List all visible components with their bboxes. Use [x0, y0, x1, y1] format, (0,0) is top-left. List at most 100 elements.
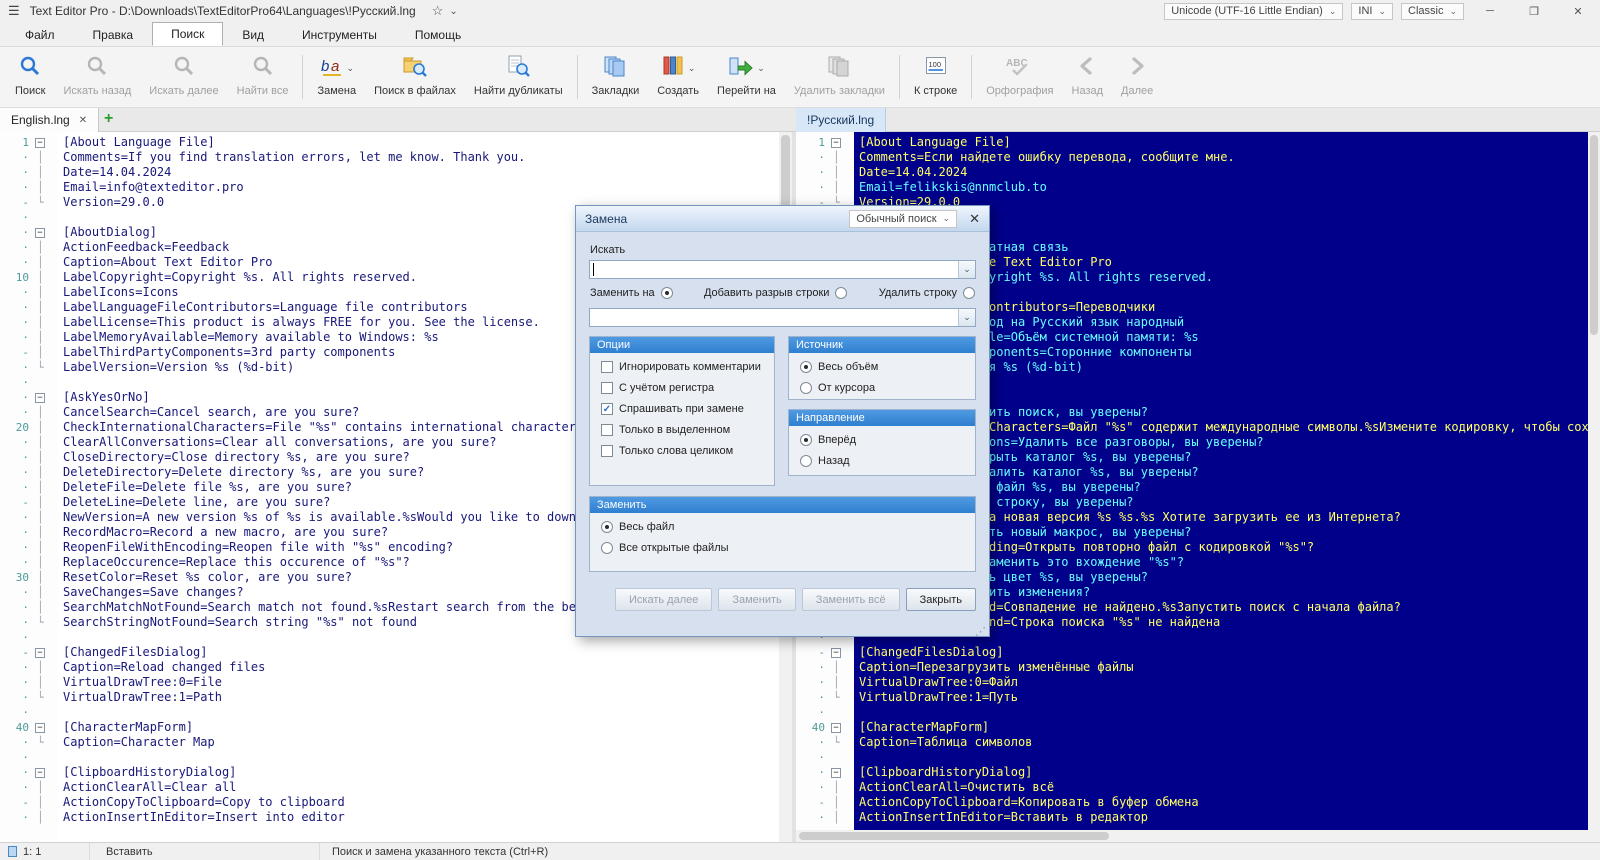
fold-collapse-icon[interactable]: −	[831, 723, 841, 733]
scrollbar-thumb[interactable]	[799, 832, 1109, 840]
checkbox-icon[interactable]	[601, 445, 613, 457]
gutter-line: ·│	[796, 675, 854, 690]
close-tab-icon[interactable]: ✕	[79, 115, 87, 126]
fold-collapse-icon[interactable]: −	[35, 723, 45, 733]
checkbox-0[interactable]: Игнорировать комментарии	[601, 361, 763, 373]
favorite-star-icon[interactable]: ☆	[432, 3, 444, 19]
fold-collapse-icon[interactable]: −	[831, 768, 841, 778]
combo-dropdown-icon[interactable]: ⌄	[958, 309, 975, 326]
dialog-body: Искать ⌄ Заменить на Добавить разрыв стр…	[576, 232, 989, 638]
menu-item-5[interactable]: Помощь	[396, 23, 480, 46]
radio-1[interactable]: Назад	[800, 455, 964, 467]
encoding-select[interactable]: Unicode (UTF-16 Little Endian)⌄	[1164, 3, 1343, 20]
search-mode-select[interactable]: Обычный поиск⌄	[849, 210, 957, 228]
tab-english-lng[interactable]: English.lng ✕	[0, 108, 99, 132]
minimize-button[interactable]: ─	[1472, 5, 1508, 17]
menu-item-3[interactable]: Вид	[223, 23, 283, 46]
dialog-button-3[interactable]: Закрыть	[906, 588, 976, 611]
radio-icon[interactable]	[601, 521, 613, 533]
radio-1[interactable]: Все открытые файлы	[601, 542, 964, 554]
checkbox-4[interactable]: Только слова целиком	[601, 445, 763, 457]
new-tab-button[interactable]: +	[104, 110, 113, 128]
fold-collapse-icon[interactable]: −	[831, 648, 841, 658]
maximize-button[interactable]: ❐	[1516, 5, 1552, 18]
chevron-down-icon[interactable]: ⌄	[688, 63, 696, 74]
toolbar-button-goto-line[interactable]: 100 К строке	[905, 49, 966, 105]
right-scrollbar-horizontal[interactable]	[796, 830, 1588, 842]
checkbox-icon[interactable]	[601, 382, 613, 394]
fold-collapse-icon[interactable]: −	[35, 768, 45, 778]
toolbar-button-search[interactable]: Поиск	[6, 49, 54, 105]
fold-collapse-icon[interactable]: −	[35, 228, 45, 238]
close-button[interactable]: ✕	[1560, 5, 1596, 18]
fold-collapse-icon[interactable]: −	[35, 393, 45, 403]
toolbar-button-find-duplicates[interactable]: Найти дубликаты	[465, 49, 572, 105]
gutter-line: ·│	[796, 660, 854, 675]
dialog-close-icon[interactable]: ✕	[969, 211, 980, 227]
gutter-line: 10│	[0, 270, 58, 285]
radio-0[interactable]: Вперёд	[800, 434, 964, 446]
gutter-line: ·└	[796, 690, 854, 705]
combo-dropdown-icon[interactable]: ⌄	[958, 261, 975, 278]
menu-item-1[interactable]: Правка	[74, 23, 153, 46]
radio-icon[interactable]	[800, 361, 812, 373]
radio-0[interactable]: Весь файл	[601, 521, 964, 533]
chevron-down-icon[interactable]: ⌄	[757, 63, 765, 74]
checkbox-1[interactable]: С учётом регистра	[601, 382, 763, 394]
hamburger-menu-icon[interactable]: ☰	[8, 3, 20, 19]
toolbar-button-bookmarks[interactable]: Закладки	[583, 49, 649, 105]
radio-icon[interactable]	[601, 542, 613, 554]
gutter-line: -│	[0, 795, 58, 810]
radio-icon[interactable]	[800, 382, 812, 394]
fold-tree-line: │	[37, 285, 44, 300]
status-insert-mode: Вставить	[90, 843, 320, 860]
radio-icon[interactable]	[661, 287, 673, 299]
menu-item-4[interactable]: Инструменты	[283, 23, 396, 46]
chevron-down-icon[interactable]: ⌄	[347, 63, 355, 74]
radio-icon[interactable]	[963, 287, 975, 299]
replace-type-radio-0[interactable]: Заменить на	[590, 287, 673, 299]
search-input[interactable]: ⌄	[589, 260, 976, 279]
gutter-line: 1−	[0, 135, 58, 150]
dialog-title-bar[interactable]: Замена Обычный поиск⌄ ✕	[576, 206, 989, 232]
radio-1[interactable]: От курсора	[800, 382, 964, 394]
gutter-line: ·−	[0, 390, 58, 405]
checkbox-3[interactable]: Только в выделенном	[601, 424, 763, 436]
toolbar-button-replace[interactable]: ba ⌄ Замена	[308, 49, 365, 105]
fold-collapse-icon[interactable]: −	[831, 138, 841, 148]
checkbox-icon[interactable]: ✓	[601, 403, 613, 415]
menu-item-0[interactable]: Файл	[6, 23, 74, 46]
menu-item-2[interactable]: Поиск	[152, 22, 223, 46]
chevron-down-icon[interactable]: ⌄	[449, 6, 457, 17]
gutter-line: ·−	[0, 225, 58, 240]
gutter-line: ·│	[0, 330, 58, 345]
theme-select[interactable]: Classic⌄	[1401, 3, 1464, 20]
toolbar-button-bookmark-add[interactable]: ⌄ Создать	[648, 49, 708, 105]
syntax-select[interactable]: INI⌄	[1351, 3, 1393, 20]
checkbox-icon[interactable]	[601, 424, 613, 436]
replace-type-radio-1[interactable]: Добавить разрыв строки	[704, 287, 847, 299]
dialog-groups-row: ОпцииИгнорировать комментарииС учётом ре…	[589, 336, 976, 486]
toolbar-button-spelling: ABC Орфография	[977, 49, 1062, 105]
replace-input[interactable]: ⌄	[589, 308, 976, 327]
radio-0[interactable]: Весь объём	[800, 361, 964, 373]
fold-collapse-icon[interactable]: −	[35, 138, 45, 148]
replace-type-radio-2[interactable]: Удалить строку	[879, 287, 975, 299]
code-line: [ClipboardHistoryDialog]	[859, 765, 1588, 780]
radio-icon[interactable]	[800, 455, 812, 467]
fold-collapse-icon[interactable]: −	[35, 648, 45, 658]
radio-icon[interactable]	[835, 287, 847, 299]
checkbox-2[interactable]: ✓Спрашивать при замене	[601, 403, 763, 415]
spelling-icon: ABC	[1006, 54, 1034, 83]
resize-grip[interactable]: ⋰	[975, 625, 986, 638]
toolbar-button-search-in-files[interactable]: Поиск в файлах	[365, 49, 465, 105]
checkbox-icon[interactable]	[601, 361, 613, 373]
gutter-line: ·	[0, 630, 58, 645]
search-icon	[18, 54, 42, 83]
radio-icon[interactable]	[800, 434, 812, 446]
code-line	[63, 705, 779, 720]
right-scrollbar-vertical[interactable]	[1588, 132, 1600, 842]
toolbar-button-goto[interactable]: ⌄ Перейти на	[708, 49, 785, 105]
tab-russian-lng[interactable]: !Русский.lng	[796, 108, 886, 132]
scrollbar-thumb[interactable]	[1590, 135, 1598, 335]
